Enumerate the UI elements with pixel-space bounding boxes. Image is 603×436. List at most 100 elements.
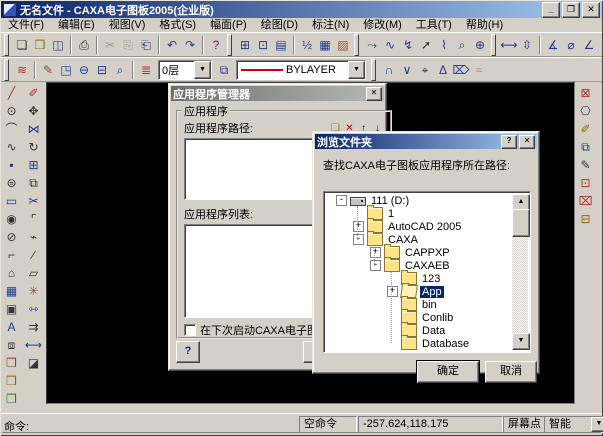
close-icon[interactable]: ✕ <box>519 135 535 149</box>
menu-tools[interactable]: 工具(T) <box>409 18 459 32</box>
expand-toggle-icon[interactable]: + <box>353 221 364 232</box>
tree-item-label[interactable]: 1 <box>386 208 396 220</box>
text-style-button[interactable]: ▤ <box>272 36 290 54</box>
browse-folder-title-bar[interactable]: 浏览文件夹 ? ✕ <box>315 134 537 149</box>
layer-dropdown-arrow-icon[interactable]: ▼ <box>194 61 211 79</box>
draw-polyline-button[interactable]: ⌐ <box>1 246 22 264</box>
dim-edit-button[interactable]: ⟷ <box>23 336 44 354</box>
save-file-button[interactable]: ◫ <box>49 36 67 54</box>
expand-toggle-icon[interactable]: + <box>387 286 398 297</box>
draw-pattern-button[interactable]: ▦ <box>1 282 22 300</box>
ok-button[interactable]: 确定 <box>417 361 479 383</box>
tree-item-conlib[interactable]: Conlib <box>326 311 512 324</box>
draw-hatch-button[interactable]: ⊘ <box>1 228 22 246</box>
zoom-dynamic-button[interactable]: ◳ <box>57 61 75 79</box>
trim-button[interactable]: ✂ <box>23 192 44 210</box>
pick-select-button[interactable]: ⧈ <box>1 336 22 354</box>
menu-view[interactable]: 视图(V) <box>102 18 153 32</box>
tree-item-label[interactable]: 123 <box>420 273 442 285</box>
draw-arc-button[interactable]: ⌒ <box>1 120 22 138</box>
tree-item-bin[interactable]: bin <box>326 298 512 311</box>
tree-item-label[interactable]: Conlib <box>420 312 455 324</box>
layer-settings-button[interactable]: ⧉ <box>215 61 233 79</box>
copy-block-button[interactable]: ⧉ <box>23 174 44 192</box>
toolbar-grip[interactable] <box>4 34 9 56</box>
tree-item-app[interactable]: +App <box>326 285 512 298</box>
stamp-button[interactable]: ▱ <box>23 264 44 282</box>
tree-item-1[interactable]: 1 <box>326 207 512 220</box>
help-button[interactable]: ? <box>176 341 200 363</box>
menu-dimension[interactable]: 标注(N) <box>305 18 356 32</box>
tree-item-label[interactable]: bin <box>420 299 439 311</box>
frame-select-button[interactable]: ⊡ <box>575 174 596 192</box>
library-browse-button[interactable]: ❒ <box>1 354 22 372</box>
redo-button[interactable]: ↷ <box>181 36 199 54</box>
draw-circle-button[interactable]: ⊙ <box>1 102 22 120</box>
close-button[interactable]: ✕ <box>582 2 600 18</box>
insert-image-button[interactable]: ▣ <box>1 300 22 318</box>
print-button[interactable]: ⎙ <box>75 36 93 54</box>
break-button[interactable]: ⌁ <box>23 228 44 246</box>
zigzag-line-button[interactable]: ↯ <box>399 36 417 54</box>
array-button[interactable]: ⊞ <box>23 156 44 174</box>
tree-item-123[interactable]: 123 <box>326 272 512 285</box>
point-type-button[interactable]: 屏幕点 <box>503 416 545 433</box>
menu-edit[interactable]: 编辑(E) <box>51 18 102 32</box>
frame-delete-button[interactable]: ⌧ <box>575 192 596 210</box>
draw-spline-button[interactable]: ∿ <box>1 138 22 156</box>
fillet-button[interactable]: ⌜ <box>23 210 44 228</box>
menu-modify[interactable]: 修改(M) <box>356 18 409 32</box>
approx-snap-button[interactable]: ≈ <box>470 61 488 79</box>
menu-format[interactable]: 格式(S) <box>152 18 203 32</box>
toolbar-grip[interactable] <box>4 59 9 81</box>
palette-button[interactable]: ▨ <box>334 36 352 54</box>
menu-help[interactable]: 帮助(H) <box>459 18 510 32</box>
toolbar-grip[interactable] <box>354 34 359 56</box>
menu-sheet[interactable]: 幅面(P) <box>203 18 254 32</box>
move-button[interactable]: ✥ <box>23 102 44 120</box>
open-file-button[interactable]: ❒ <box>31 36 49 54</box>
help-button[interactable]: ? <box>207 36 225 54</box>
mirror-button[interactable]: ⋈ <box>23 120 44 138</box>
draw-rectangle-button[interactable]: ▭ <box>1 192 22 210</box>
layer-combobox[interactable]: 0层 ▼ <box>158 60 212 80</box>
dim-aligned-button[interactable]: ⇳ <box>518 36 536 54</box>
collapse-toggle-icon[interactable]: - <box>370 260 381 271</box>
title-bar[interactable]: 无名文件 - CAXA电子图板2005(企业版) _ ❐ ✕ <box>1 1 602 18</box>
menu-file[interactable]: 文件(F) <box>1 18 51 32</box>
collapse-toggle-icon[interactable]: - <box>353 234 364 245</box>
toolbar-grip[interactable] <box>227 34 232 56</box>
tree-item-label[interactable]: CAPPXP <box>403 247 452 259</box>
match-properties-button[interactable]: ≋ <box>13 61 31 79</box>
menu-draw[interactable]: 绘图(D) <box>254 18 305 32</box>
restore-button[interactable]: ❐ <box>562 2 580 18</box>
tree-item-label[interactable]: 111 (D:) <box>369 195 411 207</box>
leader-button[interactable]: ⤳ <box>363 36 381 54</box>
block-color-button[interactable]: ⧉ <box>575 138 596 156</box>
rotate-button[interactable]: ↻ <box>23 138 44 156</box>
tree-item-caxaeb[interactable]: -CAXAEB <box>326 259 512 272</box>
block-edit-button[interactable]: ✐ <box>575 120 596 138</box>
table-style-button[interactable]: ▦ <box>316 36 334 54</box>
tree-item-label[interactable]: AutoCAD 2005 <box>386 221 463 233</box>
pick-point-button[interactable]: ⌖ <box>416 61 434 79</box>
stretch-button[interactable]: ⇿ <box>23 300 44 318</box>
zoom-in-button[interactable]: ⌕ <box>111 61 129 79</box>
tree-item-label[interactable]: Database <box>420 338 471 350</box>
color-dropdown-arrow-icon[interactable]: ▼ <box>348 61 365 79</box>
edit-sketch-button[interactable]: ✎ <box>39 61 57 79</box>
dim-style-button[interactable]: ½ <box>298 36 316 54</box>
snap-dropdown-arrow-icon[interactable]: ▼ <box>591 417 603 432</box>
explode-button[interactable]: ✳ <box>23 282 44 300</box>
expand-toggle-icon[interactable]: + <box>370 247 381 258</box>
paste-button[interactable]: ⎗ <box>137 36 155 54</box>
sheet-edit-button[interactable]: ✎ <box>575 156 596 174</box>
app-manager-title-bar[interactable]: 应用程序管理器 ✕ <box>171 86 384 101</box>
divide-button[interactable]: ∕ <box>23 246 44 264</box>
dim-chamfer-button[interactable]: ∠ <box>580 36 598 54</box>
cancel-button[interactable]: 取消 <box>485 361 537 383</box>
toolbar-grip[interactable] <box>371 59 376 81</box>
draw-line-button[interactable]: ╱ <box>1 84 22 102</box>
help-icon[interactable]: ? <box>501 135 517 149</box>
v-fit-button[interactable]: ∨ <box>398 61 416 79</box>
